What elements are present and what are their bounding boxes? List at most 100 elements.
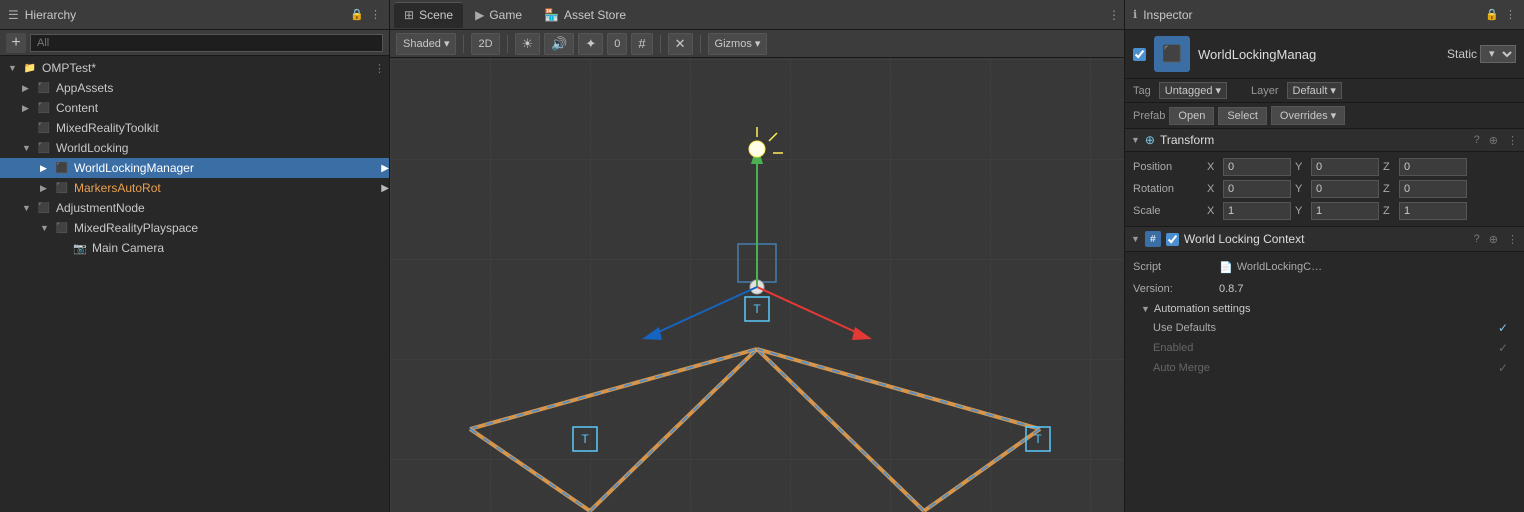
transform-options[interactable]: ⊕ bbox=[1489, 134, 1498, 147]
hierarchy-add-button[interactable]: + bbox=[6, 33, 26, 53]
2d-button[interactable]: 2D bbox=[471, 33, 499, 55]
pos-x-input[interactable] bbox=[1223, 158, 1291, 176]
wlc-component-header[interactable]: ▼ # World Locking Context ? ⊕ ⋮ bbox=[1125, 227, 1524, 252]
prefab-row: Prefab Open Select Overrides ▾ bbox=[1125, 103, 1524, 129]
pos-y-input[interactable] bbox=[1311, 158, 1379, 176]
wlc-body: Script 📄 WorldLockingC… Version: 0.8.7 ▼… bbox=[1125, 252, 1524, 382]
scene-tab-label: Scene bbox=[419, 8, 453, 22]
camera-button[interactable]: ✕ bbox=[668, 33, 693, 55]
select-button[interactable]: Select bbox=[1218, 107, 1267, 125]
hierarchy-item-mar[interactable]: ▶ ⬛ MarkersAutoRot ▶ bbox=[0, 178, 389, 198]
label-omptst: OMPTest* bbox=[42, 61, 96, 75]
fx-button[interactable]: ✦ bbox=[578, 33, 603, 55]
svg-text:T: T bbox=[581, 432, 589, 446]
expand-arrow-adj: ▼ bbox=[22, 203, 36, 213]
position-label: Position bbox=[1133, 161, 1203, 173]
label-wl: WorldLocking bbox=[56, 141, 128, 155]
dots-omptst[interactable]: ⋮ bbox=[374, 62, 385, 75]
layer-dropdown[interactable]: Default ▾ bbox=[1287, 82, 1342, 99]
svg-text:T: T bbox=[1034, 432, 1042, 446]
expand-arrow-mrps: ▼ bbox=[40, 223, 54, 233]
static-dropdown[interactable]: ▾ bbox=[1480, 45, 1516, 63]
tab-scene[interactable]: ⊞ Scene bbox=[394, 2, 463, 28]
transform-dots[interactable]: ⋮ bbox=[1507, 134, 1518, 147]
rot-z-input[interactable] bbox=[1399, 180, 1467, 198]
wlc-script-row: Script 📄 WorldLockingC… bbox=[1133, 256, 1516, 278]
expand-arrow-omptst: ▼ bbox=[8, 63, 22, 73]
expand-arrow-content: ▶ bbox=[22, 103, 36, 114]
gizmos-button[interactable]: Gizmos ▾ bbox=[708, 33, 768, 55]
rot-x-input[interactable] bbox=[1223, 180, 1291, 198]
scene-tabs-dots[interactable]: ⋮ bbox=[1108, 8, 1120, 22]
hierarchy-item-omptst[interactable]: ▼ 📁 OMPTest* ⋮ bbox=[0, 58, 389, 78]
layer-value: Default bbox=[1293, 85, 1328, 97]
tag-layer-row: Tag Untagged ▾ Layer Default ▾ bbox=[1125, 79, 1524, 103]
lighting-button[interactable]: ☀ bbox=[515, 33, 541, 55]
tab-asset-store[interactable]: 🏪 Asset Store bbox=[534, 2, 636, 28]
pos-z-input[interactable] bbox=[1399, 158, 1467, 176]
wlc-script-value: WorldLockingC… bbox=[1237, 261, 1322, 273]
hierarchy-item-wlm[interactable]: ▶ ⬛ WorldLockingManager ▶ bbox=[0, 158, 389, 178]
hierarchy-dots-icon[interactable]: ⋮ bbox=[370, 8, 381, 21]
hierarchy-item-mrps[interactable]: ▼ ⬛ MixedRealityPlayspace bbox=[0, 218, 389, 238]
stats-button[interactable]: 0 bbox=[607, 33, 627, 55]
inspector-lock-icon[interactable]: 🔒 bbox=[1485, 8, 1499, 21]
tab-game[interactable]: ▶ Game bbox=[465, 2, 532, 28]
scale-x-axis: X bbox=[1207, 205, 1219, 217]
asset-store-tab-icon: 🏪 bbox=[544, 8, 559, 22]
game-tab-label: Game bbox=[489, 8, 522, 22]
scale-z-input[interactable] bbox=[1399, 202, 1467, 220]
label-mrps: MixedRealityPlayspace bbox=[74, 221, 198, 235]
open-button[interactable]: Open bbox=[1169, 107, 1214, 125]
grid-button[interactable]: # bbox=[631, 33, 652, 55]
wlc-version-row: Version: 0.8.7 bbox=[1133, 278, 1516, 300]
overrides-button[interactable]: Overrides ▾ bbox=[1271, 106, 1345, 125]
shading-arrow: ▾ bbox=[444, 37, 450, 50]
hierarchy-item-mrt[interactable]: ⬛ MixedRealityToolkit bbox=[0, 118, 389, 138]
hierarchy-item-worldlocking[interactable]: ▼ ⬛ WorldLocking bbox=[0, 138, 389, 158]
wlc-active-checkbox[interactable] bbox=[1166, 233, 1179, 246]
cube-icon-content: ⬛ bbox=[36, 100, 52, 116]
rot-x-axis: X bbox=[1207, 183, 1219, 195]
inspector-object-header: ⬛ WorldLockingManag Static ▾ bbox=[1125, 30, 1524, 79]
object-active-checkbox[interactable] bbox=[1133, 48, 1146, 61]
layer-label: Layer bbox=[1251, 85, 1279, 97]
hierarchy-item-maincam[interactable]: 📷 Main Camera bbox=[0, 238, 389, 258]
object-name: WorldLockingManag bbox=[1198, 47, 1316, 62]
wlc-options[interactable]: ⊕ bbox=[1489, 233, 1498, 246]
tag-arrow: ▾ bbox=[1215, 84, 1221, 97]
position-row: Position X Y Z bbox=[1125, 156, 1524, 178]
hierarchy-lock-icon[interactable]: 🔒 bbox=[350, 8, 364, 21]
scene-viewport[interactable]: T T T bbox=[390, 58, 1124, 512]
inspector-panel: ℹ Inspector 🔒 ⋮ ⬛ WorldLockingManag Stat… bbox=[1124, 0, 1524, 512]
shading-dropdown[interactable]: Shaded ▾ bbox=[396, 33, 456, 55]
hierarchy-item-content[interactable]: ▶ ⬛ Content bbox=[0, 98, 389, 118]
hierarchy-search-input[interactable] bbox=[30, 34, 383, 52]
static-label: Static bbox=[1447, 47, 1477, 61]
scale-y-input[interactable] bbox=[1311, 202, 1379, 220]
wlc-help[interactable]: ? bbox=[1474, 233, 1480, 245]
cube-icon-wlm: ⬛ bbox=[54, 160, 70, 176]
audio-button[interactable]: 🔊 bbox=[544, 33, 574, 55]
wlc-dots[interactable]: ⋮ bbox=[1507, 233, 1518, 246]
pos-z-axis: Z bbox=[1383, 161, 1395, 173]
use-defaults-row: Use Defaults ✓ bbox=[1133, 318, 1516, 338]
hierarchy-tree: ▼ 📁 OMPTest* ⋮ ▶ ⬛ AppAssets ▶ ⬛ Content… bbox=[0, 56, 389, 512]
hierarchy-item-adjnode[interactable]: ▼ ⬛ AdjustmentNode bbox=[0, 198, 389, 218]
rot-y-input[interactable] bbox=[1311, 180, 1379, 198]
automation-section-header[interactable]: ▼ Automation settings bbox=[1133, 300, 1516, 318]
mar-arrow: ▶ bbox=[381, 183, 389, 194]
scale-x-input[interactable] bbox=[1223, 202, 1291, 220]
overrides-label: Overrides bbox=[1280, 110, 1328, 122]
transform-icon: ⊕ bbox=[1145, 133, 1155, 147]
transform-help[interactable]: ? bbox=[1474, 134, 1480, 146]
scale-z-axis: Z bbox=[1383, 205, 1395, 217]
hierarchy-item-appassets[interactable]: ▶ ⬛ AppAssets bbox=[0, 78, 389, 98]
hierarchy-menu-icon: ☰ bbox=[8, 8, 19, 22]
tag-dropdown[interactable]: Untagged ▾ bbox=[1159, 82, 1227, 99]
expand-arrow-mar: ▶ bbox=[40, 183, 54, 194]
cube-icon-mar: ⬛ bbox=[54, 180, 70, 196]
transform-component-header[interactable]: ▼ ⊕ Transform ? ⊕ ⋮ bbox=[1125, 129, 1524, 152]
inspector-dots-icon[interactable]: ⋮ bbox=[1505, 8, 1516, 21]
expand-arrow-wl: ▼ bbox=[22, 143, 36, 153]
